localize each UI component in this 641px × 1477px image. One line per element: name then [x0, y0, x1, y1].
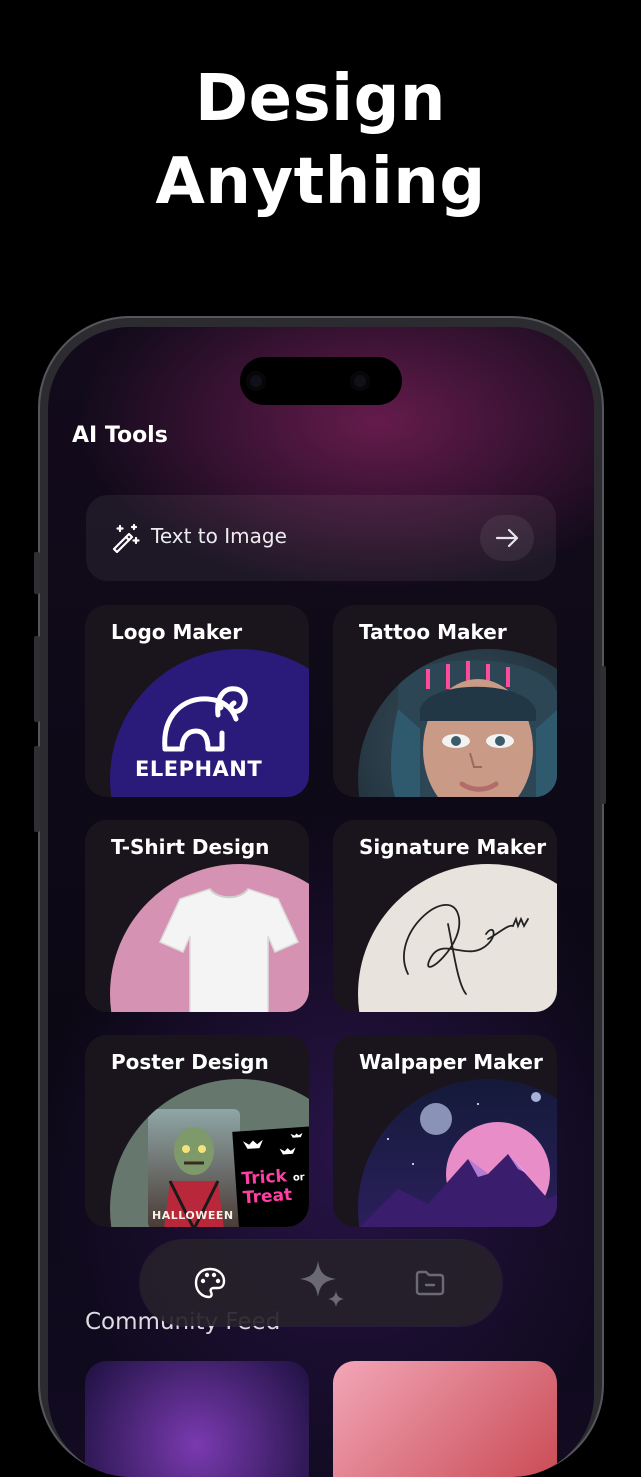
tool-title: Tattoo Maker — [359, 620, 507, 644]
front-sensor-icon — [350, 371, 370, 391]
palette-icon — [194, 1267, 226, 1299]
wallpaper-maker-image — [358, 1079, 557, 1227]
poster-halloween-text: HALLOWEEN — [152, 1209, 234, 1222]
front-camera-icon — [246, 371, 266, 391]
bats-icon — [242, 1133, 303, 1155]
arrow-right-icon — [495, 528, 519, 548]
tool-title: Logo Maker — [111, 620, 243, 644]
tshirt-icon — [158, 888, 300, 1012]
phone-volume-up-button — [34, 636, 40, 722]
tool-card-tattoo-maker[interactable]: Tattoo Maker — [333, 605, 557, 797]
logo-maker-image: ELEPHANT — [110, 649, 309, 797]
mountain-moon-scene — [360, 1092, 557, 1227]
tattoo-portrait-image — [391, 660, 557, 797]
bottom-nav-bar — [140, 1240, 502, 1326]
headline-line-2: Anything — [155, 145, 486, 219]
phone-volume-down-button — [34, 746, 40, 832]
poster-treat-text: Treat — [242, 1184, 293, 1209]
poster-design-image: HALLOWEEN Trick or Treat — [110, 1079, 309, 1227]
nav-item-tools[interactable] — [190, 1263, 230, 1303]
tool-card-poster-design[interactable]: Poster Design HALLOWEEN Trick or Treat — [85, 1035, 309, 1227]
signature-scribble-icon — [403, 904, 529, 995]
poster-trick-or-treat: Trick or Treat — [232, 1126, 309, 1227]
sparkle-icon — [300, 1261, 344, 1307]
phone-power-button — [600, 666, 606, 804]
tool-title: Poster Design — [111, 1050, 269, 1074]
headline-line-1: Design — [195, 62, 446, 136]
tshirt-design-image — [110, 864, 309, 1012]
phone-screen: AI Tools Text to Image Logo Maker ELEPHA… — [48, 327, 594, 1477]
nav-item-ai-generate[interactable] — [298, 1257, 346, 1309]
folder-icon — [415, 1270, 445, 1296]
phone-action-button — [34, 552, 40, 594]
tool-title: Signature Maker — [359, 835, 547, 859]
text-to-image-arrow-button[interactable] — [480, 515, 534, 561]
tool-title: Walpaper Maker — [359, 1050, 543, 1074]
poster-halloween: HALLOWEEN — [148, 1109, 240, 1227]
tool-title: T-Shirt Design — [111, 835, 270, 859]
dynamic-island — [240, 357, 402, 405]
tool-card-signature-maker[interactable]: Signature Maker — [333, 820, 557, 1012]
community-feed-thumb-1[interactable] — [85, 1361, 309, 1477]
nav-item-projects[interactable] — [410, 1263, 450, 1303]
tool-card-wallpaper-maker[interactable]: Walpaper Maker — [333, 1035, 557, 1227]
logo-art-text: ELEPHANT — [135, 757, 263, 781]
community-feed-thumb-2[interactable] — [333, 1361, 557, 1477]
tool-card-logo-maker[interactable]: Logo Maker ELEPHANT — [85, 605, 309, 797]
section-title-ai-tools: AI Tools — [72, 423, 168, 448]
text-to-image-card[interactable]: Text to Image — [86, 495, 556, 581]
tool-card-tshirt-design[interactable]: T-Shirt Design — [85, 820, 309, 1012]
headline: Design Anything — [0, 58, 641, 224]
magic-wand-icon — [112, 523, 140, 553]
text-to-image-label: Text to Image — [151, 524, 287, 548]
poster-or-text: or — [292, 1171, 306, 1184]
signature-maker-image — [358, 864, 557, 1012]
tattoo-maker-image — [358, 649, 557, 797]
